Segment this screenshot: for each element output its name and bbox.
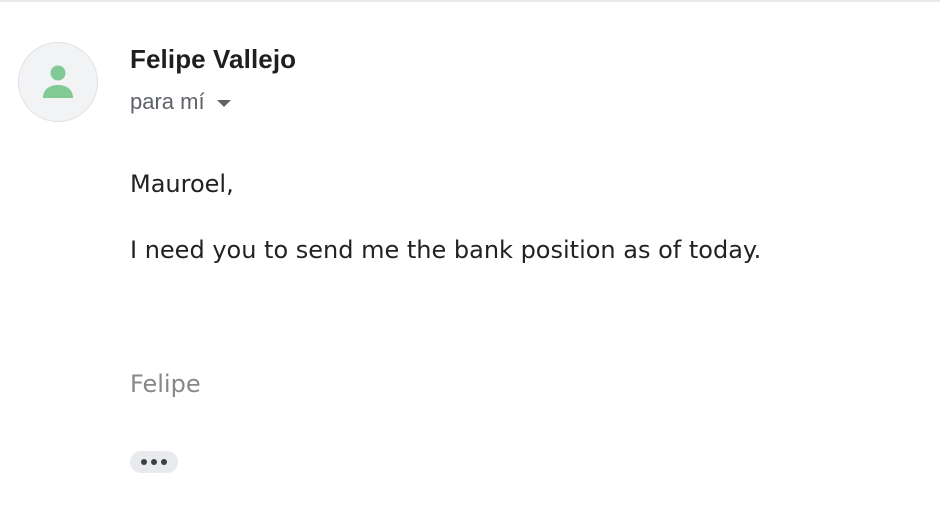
message-greeting: Mauroel, [130, 170, 234, 198]
top-divider [0, 0, 940, 2]
recipient-details-toggle[interactable]: para mí [130, 88, 231, 116]
recipient-label: para mí [130, 89, 205, 114]
message-body: I need you to send me the bank position … [130, 236, 762, 264]
show-trimmed-content-button[interactable] [130, 451, 178, 473]
sender-avatar[interactable] [18, 42, 98, 122]
person-icon [43, 65, 73, 98]
more-horiz-icon [141, 459, 147, 465]
chevron-down-icon[interactable] [216, 99, 231, 107]
sender-name[interactable]: Felipe Vallejo [130, 44, 296, 75]
message-signature: Felipe [130, 370, 201, 398]
